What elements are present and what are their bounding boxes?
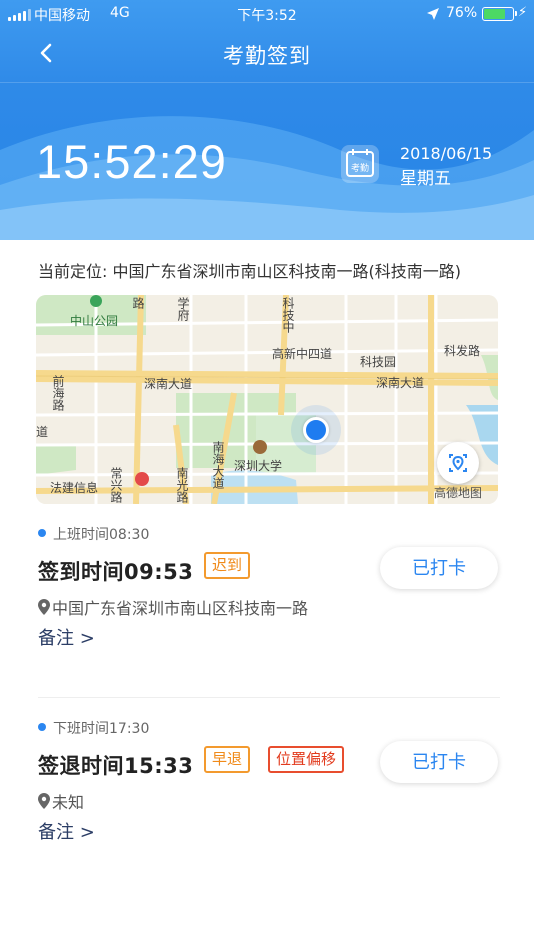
current-location: 当前定位: 中国广东省深圳市南山区科技南一路(科技南一路) [38,262,461,281]
header-background [0,0,534,240]
map-label: 深南大道 [376,376,425,390]
map-label: 道 [36,425,49,439]
punched-button[interactable]: 已打卡 [380,547,498,589]
date-label: 2018/06/15 [400,144,493,163]
page-title: 考勤签到 [223,44,311,68]
checkin-address: 中国广东省深圳市南山区科技南一路 [38,595,308,619]
map-label: 前海路 [51,375,65,411]
map-pin-icon [38,599,50,615]
map-label: 常兴路 [109,467,123,503]
shift-bullet [38,723,46,731]
note-link[interactable]: 备注 > [38,624,95,650]
map-view[interactable]: 中山公园 高新中四道 科技园 科发路 深南大道 深南大道 深圳大学 南海大道 南… [36,295,498,504]
shift-time: 下班时间17:30 [53,721,150,737]
weekday-label: 星期五 [400,169,451,189]
status-bar: 中国移动 4G 下午3:52 76% ⚡ [0,0,534,28]
map-label: 南海大道 [211,441,225,489]
clock-display: 15:52:29 [36,135,227,188]
note-link[interactable]: 备注 > [38,818,95,844]
checkout-time: 签退时间15:33 [38,754,194,778]
charging-icon: ⚡ [518,5,528,20]
address-text: 未知 [52,793,85,812]
amap-logo: 高德地图 [434,486,483,500]
map-label: 深圳大学 [234,459,283,473]
calendar-icon-label: 考勤 [351,162,369,174]
shift-time: 上班时间08:30 [53,527,150,543]
locate-icon [449,454,467,472]
battery-icon [482,7,517,21]
map-label: 科技园 [360,355,397,369]
checkout-address: 未知 [38,789,84,813]
map-label: 深南大道 [144,377,193,391]
map-label: 科技中 [281,297,295,333]
location-arrow-icon [427,8,439,20]
map-label: 科发路 [444,344,481,358]
checkin-time: 签到时间09:53 [38,560,194,584]
map-label: 高新中四道 [272,347,333,361]
map-label: 中山公园 [70,314,119,328]
current-position-marker [303,417,329,443]
status-badge-offset: 位置偏移 [268,746,345,773]
map-label: 法建信息 [50,481,99,495]
map-label: 路 [131,297,145,309]
map-label: 南光路 [175,467,189,503]
address-text: 中国广东省深圳市南山区科技南一路 [52,599,309,618]
punched-button[interactable]: 已打卡 [380,741,498,783]
record-divider [38,697,500,698]
calendar-icon: 考勤 [341,145,379,183]
status-badge-early: 早退 [204,746,251,773]
map-pin-icon [38,793,50,809]
map-label: 学府 [176,297,190,321]
locate-button[interactable] [437,442,479,484]
status-badge-late: 迟到 [204,552,251,579]
battery-percent: 76% [446,5,478,21]
shift-bullet [38,529,46,537]
